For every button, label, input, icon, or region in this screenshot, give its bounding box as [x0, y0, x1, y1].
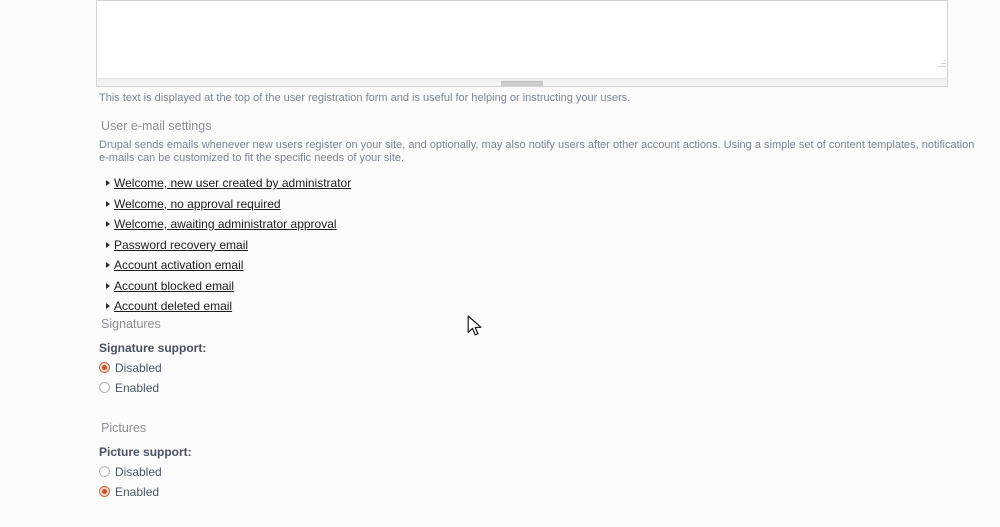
list-item: Account deleted email: [106, 296, 980, 317]
fieldset-link-welcome-no-approval[interactable]: Welcome, no approval required: [114, 197, 281, 211]
signature-support-label: Signature support:: [99, 340, 207, 355]
radio-label-picture-enabled[interactable]: Enabled: [115, 485, 159, 499]
radio-picture-disabled[interactable]: [99, 466, 110, 477]
radio-signature-enabled[interactable]: [99, 382, 110, 393]
radio-label-picture-disabled[interactable]: Disabled: [115, 465, 162, 479]
page-canvas: This text is displayed at the top of the…: [0, 0, 1000, 527]
radio-row-signature-disabled[interactable]: Disabled: [99, 358, 980, 378]
fieldset-link-account-deleted[interactable]: Account deleted email: [114, 299, 232, 313]
email-template-list: Welcome, new user created by administrat…: [96, 173, 980, 317]
radio-label-signature-disabled[interactable]: Disabled: [115, 361, 162, 375]
chevron-right-icon: [106, 221, 110, 227]
list-item: Password recovery email: [106, 235, 980, 256]
picture-support-radio-group: Disabled Enabled: [96, 462, 980, 502]
grippie-bar-icon: [501, 81, 543, 86]
radio-row-picture-disabled[interactable]: Disabled: [99, 462, 980, 482]
chevron-right-icon: [106, 282, 110, 289]
chevron-right-icon: [106, 180, 110, 186]
pictures-fieldset: Pictures Picture support: Disabled Enabl…: [96, 421, 980, 502]
registration-help-textarea[interactable]: [96, 0, 948, 78]
radio-row-signature-enabled[interactable]: Enabled: [99, 378, 980, 398]
fieldset-link-account-activation[interactable]: Account activation email: [114, 258, 243, 272]
textarea-grippie-handle[interactable]: [96, 78, 948, 87]
chevron-right-icon: [106, 262, 110, 268]
fieldset-link-welcome-admin-created[interactable]: Welcome, new user created by administrat…: [114, 176, 351, 190]
user-email-settings-description: Drupal sends emails whenever new users r…: [99, 139, 975, 164]
picture-support-label: Picture support:: [99, 444, 192, 459]
user-email-settings-fieldset: User e-mail settings Drupal sends emails…: [96, 119, 980, 317]
radio-label-signature-enabled[interactable]: Enabled: [115, 381, 159, 395]
chevron-right-icon: [106, 200, 110, 207]
signatures-legend: Signatures: [101, 316, 161, 331]
list-item: Welcome, new user created by administrat…: [106, 173, 980, 194]
registration-help-description: This text is displayed at the top of the…: [99, 92, 631, 104]
fieldset-link-account-blocked[interactable]: Account blocked email: [114, 279, 234, 293]
registration-help-field: [96, 0, 948, 78]
signature-support-radio-group: Disabled Enabled: [96, 358, 980, 398]
radio-picture-enabled[interactable]: [99, 486, 110, 497]
list-item: Welcome, awaiting administrator approval: [106, 214, 980, 235]
list-item: Welcome, no approval required: [106, 194, 980, 215]
account-settings-form: This text is displayed at the top of the…: [96, 0, 980, 502]
chevron-right-icon: [106, 241, 110, 248]
fieldset-link-welcome-awaiting-approval[interactable]: Welcome, awaiting administrator approval: [114, 217, 337, 231]
radio-row-picture-enabled[interactable]: Enabled: [99, 482, 980, 502]
list-item: Account blocked email: [106, 276, 980, 297]
chevron-right-icon: [106, 303, 110, 309]
radio-signature-disabled[interactable]: [99, 362, 110, 373]
signatures-fieldset: Signatures Signature support: Disabled E…: [96, 317, 980, 398]
user-email-settings-legend: User e-mail settings: [101, 119, 212, 133]
list-item: Account activation email: [106, 255, 980, 276]
fieldset-link-password-recovery[interactable]: Password recovery email: [114, 238, 248, 252]
pictures-legend: Pictures: [101, 420, 147, 435]
